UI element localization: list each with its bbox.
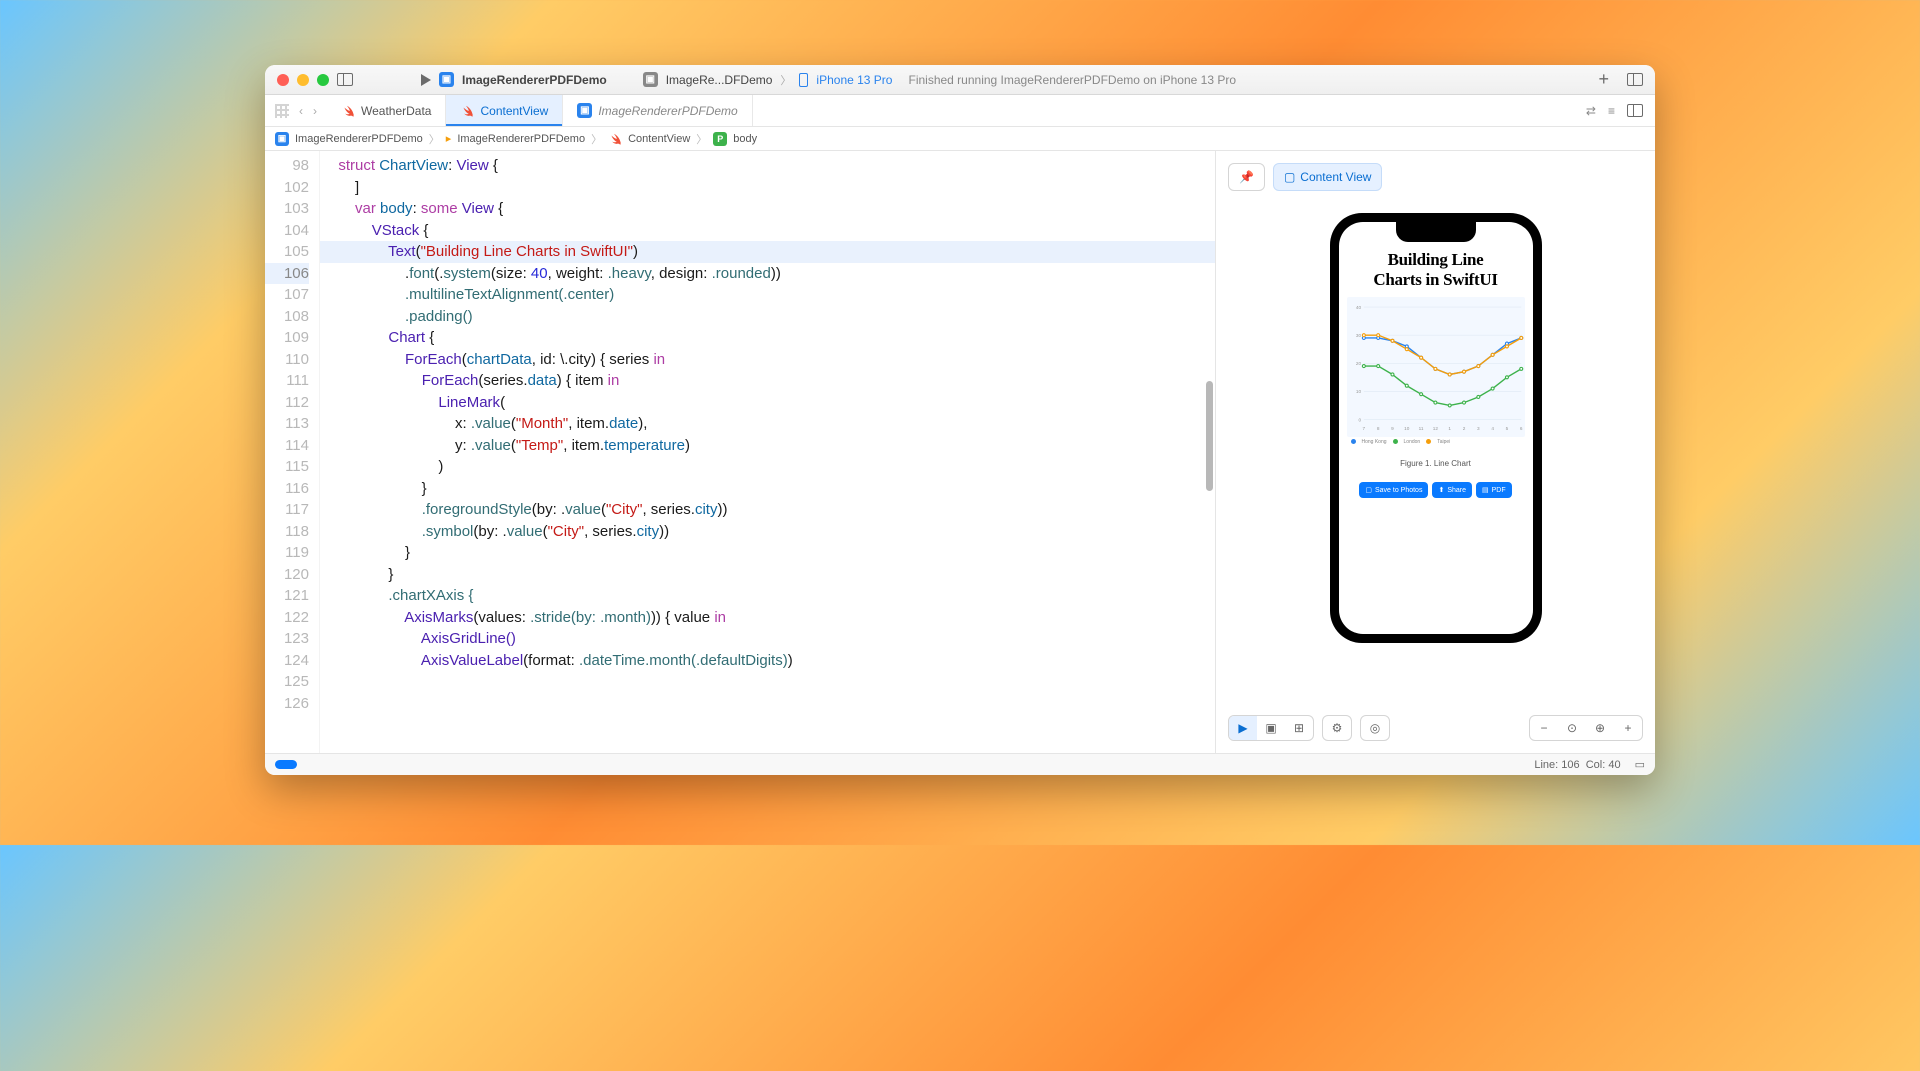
svg-text:0: 0 — [1358, 417, 1361, 422]
minimize-button[interactable] — [297, 74, 309, 86]
share-button[interactable]: ⬆ Share — [1432, 482, 1472, 498]
nav-forward[interactable]: › — [313, 104, 317, 118]
svg-text:11: 11 — [1418, 426, 1423, 431]
breadcrumbs[interactable]: ▣ ImageRendererPDFDemo〉 ▸ ImageRendererP… — [265, 127, 1655, 151]
scrollbar-thumb[interactable] — [1206, 381, 1213, 491]
nav-block: ‹ › — [265, 95, 327, 126]
inspector-toggle-icon[interactable] — [1627, 73, 1643, 86]
tab-project[interactable]: ▣ ImageRendererPDFDemo — [563, 95, 752, 126]
action-buttons: ▢ Save to Photos ⬆ Share ▤ PDF — [1347, 482, 1525, 498]
chart-title: Building LineCharts in SwiftUI — [1347, 250, 1525, 289]
swift-icon — [608, 132, 622, 146]
zoom-in-icon[interactable]: + — [1614, 716, 1642, 740]
preview-mode-group[interactable]: ▶ ▣ ⊞ — [1228, 715, 1314, 741]
svg-text:3: 3 — [1477, 426, 1480, 431]
app-name: ImageRendererPDFDemo — [462, 73, 607, 87]
app-icon: ▣ — [577, 103, 592, 118]
zoom-out-icon[interactable]: − — [1530, 716, 1558, 740]
swift-icon — [341, 104, 355, 118]
swift-icon — [460, 104, 474, 118]
accessibility-button[interactable]: ◎ — [1360, 715, 1390, 741]
svg-text:2: 2 — [1462, 426, 1465, 431]
close-button[interactable] — [277, 74, 289, 86]
cursor-col: Col: 40 — [1586, 759, 1621, 771]
svg-text:40: 40 — [1355, 305, 1361, 310]
svg-text:7: 7 — [1362, 426, 1365, 431]
tab-weatherdata[interactable]: WeatherData — [327, 95, 446, 126]
traffic-lights — [277, 74, 329, 86]
tab-actions: ⇄ ≡ — [1574, 95, 1655, 126]
chart-legend: Hong KongLondonTaipei — [1347, 437, 1525, 447]
variants-icon[interactable]: ⊞ — [1285, 716, 1313, 740]
debug-indicator[interactable] — [275, 760, 297, 769]
device-icon — [799, 73, 808, 87]
device-notch — [1396, 222, 1476, 242]
svg-text:5: 5 — [1505, 426, 1508, 431]
svg-text:10: 10 — [1404, 426, 1410, 431]
zoom-group[interactable]: − ⊙ ⊕ + — [1529, 715, 1643, 741]
preview-selector[interactable]: ▢ Content View — [1273, 163, 1383, 191]
cursor-line: Line: 106 — [1534, 759, 1579, 771]
xcode-window: ▣ ImageRendererPDFDemo ▣ ImageRe...DFDem… — [265, 65, 1655, 775]
svg-text:10: 10 — [1355, 389, 1361, 394]
scheme-name[interactable]: ImageRe...DFDemo — [666, 73, 773, 87]
property-icon: P — [713, 132, 727, 146]
tab-contentview[interactable]: ContentView — [446, 95, 563, 126]
main-area: 9810210310410510610710810911011111211311… — [265, 151, 1655, 753]
line-chart: 010203040789101112123456 — [1347, 297, 1525, 437]
build-status: Finished running ImageRendererPDFDemo on… — [908, 73, 1236, 87]
device-settings-button[interactable]: ⚙ — [1322, 715, 1352, 741]
chart-caption: Figure 1. Line Chart — [1347, 459, 1525, 468]
pin-button[interactable]: 📌 — [1228, 163, 1265, 191]
chevron-right-icon: 〉 — [780, 72, 791, 88]
zoom-fit-icon[interactable]: ⊙ — [1558, 716, 1586, 740]
zoom-100-icon[interactable]: ⊕ — [1586, 716, 1614, 740]
preview-toolbar: ▶ ▣ ⊞ ⚙ ◎ − ⊙ ⊕ + — [1228, 715, 1643, 741]
console-icon[interactable]: ▭ — [1635, 758, 1645, 771]
svg-text:12: 12 — [1432, 426, 1438, 431]
app-icon: ▣ — [439, 72, 454, 87]
svg-text:30: 30 — [1355, 333, 1361, 338]
run-button[interactable] — [421, 74, 431, 86]
svg-text:8: 8 — [1376, 426, 1379, 431]
code-editor[interactable]: 9810210310410510610710810911011111211311… — [265, 151, 1215, 753]
split-editor-icon[interactable] — [1627, 104, 1643, 117]
line-gutter: 9810210310410510610710810911011111211311… — [265, 151, 320, 753]
device-screen: Building LineCharts in SwiftUI 0 10 20 30 40… — [1339, 222, 1533, 634]
related-items-icon[interactable] — [275, 104, 289, 118]
svg-text:20: 20 — [1355, 361, 1361, 366]
maximize-button[interactable] — [317, 74, 329, 86]
live-icon[interactable]: ▶ — [1229, 716, 1257, 740]
svg-text:6: 6 — [1519, 426, 1522, 431]
project-icon: ▣ — [275, 132, 289, 146]
device-frame: Building LineCharts in SwiftUI 0 10 20 30 40… — [1330, 213, 1542, 643]
minimap-icon[interactable]: ≡ — [1608, 104, 1615, 118]
add-button[interactable]: + — [1598, 69, 1609, 90]
svg-text:1: 1 — [1448, 426, 1451, 431]
nav-back[interactable]: ‹ — [299, 104, 303, 118]
svg-text:9: 9 — [1391, 426, 1394, 431]
device-name[interactable]: iPhone 13 Pro — [816, 73, 892, 87]
pdf-button[interactable]: ▤ PDF — [1476, 482, 1512, 498]
scheme-icon: ▣ — [643, 72, 658, 87]
svg-text:4: 4 — [1491, 426, 1494, 431]
status-bar: Line: 106 Col: 40 ▭ — [265, 753, 1655, 775]
titlebar: ▣ ImageRendererPDFDemo ▣ ImageRe...DFDem… — [265, 65, 1655, 95]
preview-icon: ▢ — [1284, 170, 1295, 184]
preview-panel: 📌 ▢ Content View Building LineCharts in … — [1215, 151, 1655, 753]
file-tabs: ‹ › WeatherData ContentView ▣ ImageRende… — [265, 95, 1655, 127]
refresh-icon[interactable]: ⇄ — [1586, 104, 1596, 118]
code-area[interactable]: struct ChartView: View { ] var body: som… — [320, 151, 1215, 753]
folder-icon: ▸ — [446, 132, 452, 145]
sidebar-toggle-icon[interactable] — [337, 73, 353, 86]
selectable-icon[interactable]: ▣ — [1257, 716, 1285, 740]
save-photos-button[interactable]: ▢ Save to Photos — [1359, 482, 1428, 498]
